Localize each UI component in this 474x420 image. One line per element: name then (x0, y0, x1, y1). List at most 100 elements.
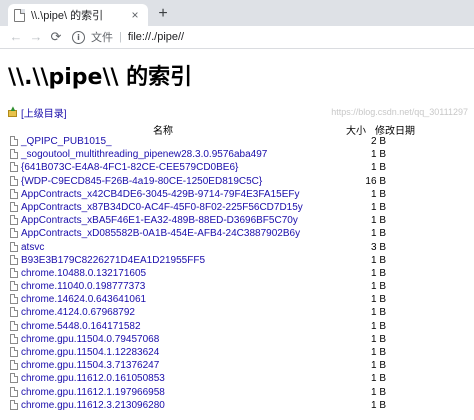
file-row: chrome.14624.0.643641061 1 B (8, 293, 474, 306)
file-row: atsvc 3 B (8, 241, 474, 254)
page-title: \\.\\pipe\\ 的索引 (8, 65, 193, 90)
file-size: 1 B (370, 281, 386, 293)
file-size: 1 B (370, 254, 386, 266)
file-link[interactable]: chrome.gpu.11504.1.12283624 (21, 346, 159, 359)
file-size: 1 B (370, 162, 386, 174)
file-icon (10, 386, 18, 397)
file-link[interactable]: chrome.gpu.11612.1.197966958 (21, 386, 165, 399)
file-link[interactable]: chrome.14624.0.643641061 (21, 293, 146, 306)
file-row: {WDP-C9ECD845-F26B-4a19-80CE-1250ED819C5… (8, 175, 474, 188)
file-row: chrome.11040.0.198777373 1 B (8, 280, 474, 293)
file-icon (10, 360, 18, 371)
file-row: B93E3B179C8226271D4EA1D21955FF5 1 B (8, 254, 474, 267)
reload-button[interactable]: ⟳ (46, 27, 66, 47)
file-row: AppContracts_x42CB4DE6-3045-429B-9714-79… (8, 188, 474, 201)
file-link[interactable]: chrome.gpu.11504.0.79457068 (21, 333, 159, 346)
file-row: AppContracts_x87B34DC0-AC4F-45F0-8F02-22… (8, 201, 474, 214)
file-link[interactable]: B93E3B179C8226271D4EA1D21955FF5 (21, 254, 205, 267)
file-icon (10, 373, 18, 384)
file-icon (10, 188, 18, 199)
file-size: 1 B (370, 386, 386, 398)
file-row: {641B073C-E4A8-4FC1-82CE-CEE579CD0BE6} 1 … (8, 161, 474, 174)
file-size: 1 B (370, 307, 386, 319)
browser-toolbar: ← → ⟳ i 文件 | file://./pipe// (0, 26, 474, 49)
file-icon (10, 307, 18, 318)
file-row: chrome.gpu.11504.3.71376247 1 B (8, 359, 474, 372)
file-size: 1 B (370, 201, 386, 213)
file-icon (10, 162, 18, 173)
file-icon (10, 399, 18, 410)
file-row: chrome.10488.0.132171605 1 B (8, 267, 474, 280)
tab-title: \\.\pipe\ 的索引 (31, 10, 104, 22)
file-listing: 名称 大小 修改日期 _QPIPC_PUB1015_ 2 B _sogoutool_… (8, 120, 474, 412)
directory-index-page: \\.\\pipe\\ 的索引 ▲ [上级目录] 名称 大小 修改日期 _QPI… (8, 50, 474, 411)
file-link[interactable]: AppContracts_xBA5F46E1-EA32-489B-88ED-D3… (21, 214, 298, 227)
file-row: chrome.gpu.11612.1.197966958 1 B (8, 386, 474, 399)
file-link[interactable]: AppContracts_x42CB4DE6-3045-429B-9714-79… (21, 188, 300, 201)
file-icon (10, 175, 18, 186)
file-icon (10, 201, 18, 212)
file-row: chrome.gpu.11612.0.161050853 1 B (8, 372, 474, 385)
file-row: _sogoutool_multithreading_pipenew28.3.0.… (8, 148, 474, 161)
file-link[interactable]: chrome.10488.0.132171605 (21, 267, 146, 280)
file-link[interactable]: AppContracts_x87B34DC0-AC4F-45F0-8F02-22… (21, 201, 303, 214)
file-icon (10, 320, 18, 331)
file-link[interactable]: AppContracts_xD085582B-0A1B-454E-AFB4-24… (21, 227, 300, 240)
file-icon (10, 347, 18, 357)
watermark: https://blog.csdn.net/qq_30111297 (331, 107, 468, 117)
file-rows: _QPIPC_PUB1015_ 2 B _sogoutool_multithread… (8, 135, 474, 412)
file-icon (10, 281, 18, 292)
address-bar[interactable]: i 文件 | file://./pipe// (72, 27, 184, 47)
forward-button[interactable]: → (26, 27, 46, 47)
file-row: chrome.gpu.11612.3.213096280 1 B (8, 399, 474, 412)
file-size: 1 B (370, 267, 386, 279)
file-link[interactable]: chrome.11040.0.198777373 (21, 280, 145, 293)
file-row: AppContracts_xBA5F46E1-EA32-489B-88ED-D3… (8, 214, 474, 227)
file-icon (10, 333, 18, 344)
file-link[interactable]: chrome.gpu.11504.3.71376247 (21, 359, 159, 372)
url-text[interactable]: file://./pipe// (128, 31, 184, 43)
file-icon (10, 254, 18, 265)
file-icon (10, 241, 18, 252)
file-row: chrome.gpu.11504.0.79457068 1 B (8, 333, 474, 346)
file-icon (10, 267, 18, 278)
file-size: 1 B (370, 399, 386, 411)
close-tab-icon[interactable]: × (128, 8, 142, 22)
tab-strip: \\.\pipe\ 的索引 × + (0, 0, 474, 26)
file-icon (10, 215, 18, 226)
file-row: chrome.gpu.11504.1.12283624 1 B (8, 346, 474, 359)
listing-header: 名称 大小 修改日期 (8, 120, 474, 137)
file-size: 1 B (370, 294, 386, 306)
file-link[interactable]: chrome.gpu.11612.3.213096280 (21, 399, 165, 412)
url-separator: | (119, 31, 122, 43)
file-size: 1 B (370, 188, 386, 200)
file-size: 1 B (370, 347, 386, 358)
file-row: AppContracts_xD085582B-0A1B-454E-AFB4-24… (8, 227, 474, 240)
info-icon[interactable]: i (72, 30, 85, 44)
file-link[interactable]: atsvc (21, 241, 44, 254)
file-size: 1 B (370, 228, 386, 240)
file-icon (10, 294, 18, 305)
file-link[interactable]: {WDP-C9ECD845-F26B-4a19-80CE-1250ED819C5… (21, 175, 262, 188)
new-tab-button[interactable]: + (154, 5, 172, 23)
file-size: 1 B (370, 149, 386, 161)
browser-tab[interactable]: \\.\pipe\ 的索引 × (8, 4, 148, 26)
file-row: _QPIPC_PUB1015_ 2 B (8, 135, 474, 148)
file-link[interactable]: _sogoutool_multithreading_pipenew28.3.0.… (21, 148, 267, 161)
file-link[interactable]: chrome.4124.0.67968792 (21, 306, 135, 319)
file-size: 1 B (370, 333, 386, 345)
file-link[interactable]: _QPIPC_PUB1015_ (21, 135, 112, 148)
file-link[interactable]: chrome.gpu.11612.0.161050853 (21, 372, 165, 385)
scheme-label: 文件 (91, 32, 113, 44)
file-icon (10, 136, 18, 146)
file-link[interactable]: {641B073C-E4A8-4FC1-82CE-CEE579CD0BE6} (21, 161, 238, 174)
parent-directory-link[interactable]: [上级目录] (21, 105, 67, 120)
file-size: 1 B (370, 373, 386, 385)
parent-folder-icon[interactable]: ▲ (8, 105, 18, 117)
file-size: 3 B (370, 241, 386, 253)
file-link[interactable]: chrome.5448.0.164171582 (21, 320, 141, 333)
back-button[interactable]: ← (6, 27, 26, 47)
file-size: 1 B (370, 360, 386, 372)
document-icon (14, 8, 25, 22)
file-size: 16 B (365, 175, 386, 187)
